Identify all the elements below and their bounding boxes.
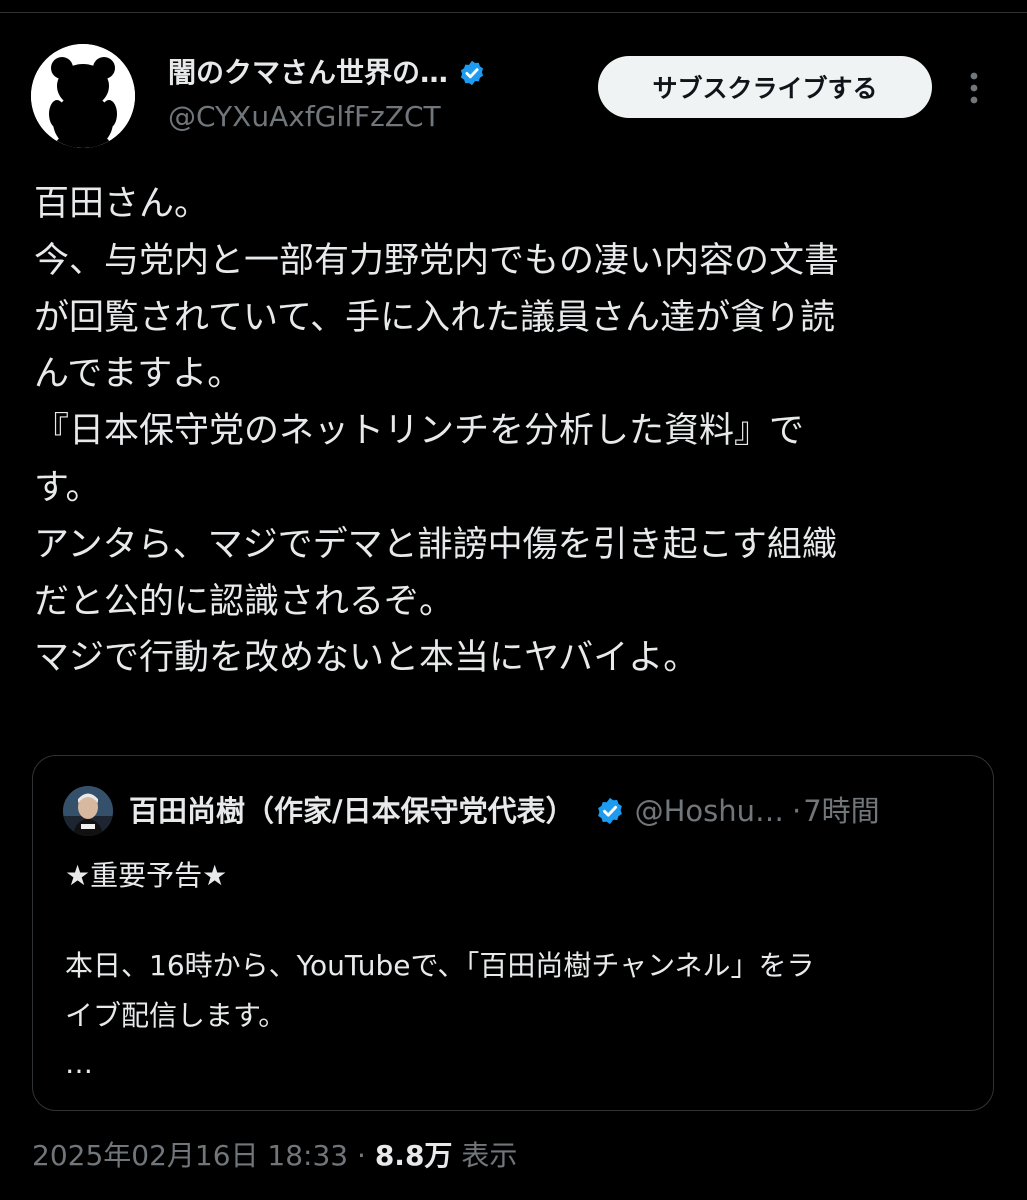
bear-silhouette-icon — [31, 44, 135, 148]
views-label: 表示 — [461, 1139, 518, 1172]
tweet-line: 『日本保守党のネットリンチを分析した資料』で — [34, 411, 805, 452]
header-separator: · — [792, 794, 802, 828]
author-handle[interactable]: @CYXuAxfGlfFzZCT — [168, 98, 441, 136]
top-divider — [0, 12, 1027, 13]
tweet-body: 百田さん。 今、与党内と一部有力野党内でもの凄い内容の文書 が回覧されていて、手… — [34, 176, 994, 687]
quoted-post-header: 百田尚樹（作家/日本保守党代表） @Hoshu… · 7時間 — [129, 790, 880, 832]
show-more-ellipsis: … — [65, 1047, 93, 1080]
quoted-post-line: 本日、16時から、YouTubeで、「百田尚樹チャンネル」をラ — [65, 949, 815, 982]
quoted-post-card[interactable]: 百田尚樹（作家/日本保守党代表） @Hoshu… · 7時間 ★重要予告★ 本日… — [32, 755, 994, 1111]
tweet-line: が回覧されていて、手に入れた議員さん達が貪り読 — [34, 297, 836, 338]
post-meta: 2025年02月16日 18:33 · 8.8万 表示 — [32, 1136, 517, 1176]
more-options-icon[interactable] — [962, 68, 986, 108]
tweet-line: マジで行動を改めないと本当にヤバイよ。 — [34, 638, 699, 679]
subscribe-button[interactable]: サブスクライブする — [598, 56, 932, 118]
quoted-author-name[interactable]: 百田尚樹（作家/日本保守党代表） — [129, 790, 575, 832]
post-timestamp[interactable]: 2025年02月16日 18:33 — [32, 1139, 348, 1172]
quoted-author-handle[interactable]: @Hoshu… — [635, 790, 784, 832]
verified-badge-icon — [597, 797, 622, 825]
quoted-post-time[interactable]: 7時間 — [803, 790, 879, 832]
quoted-post-line: イブ配信します。 — [65, 999, 287, 1032]
verified-badge-icon — [460, 60, 484, 86]
quoted-author-avatar[interactable] — [63, 786, 113, 836]
tweet-line: だと公的に認識されるぞ。 — [34, 581, 455, 622]
author-avatar[interactable] — [31, 44, 135, 148]
tweet-line: 百田さん。 — [34, 184, 210, 224]
meta-separator: · — [357, 1139, 366, 1172]
author-name-row[interactable]: 闇のクマさん世界の… — [168, 54, 486, 92]
author-display-name[interactable]: 闇のクマさん世界の… — [168, 54, 448, 92]
person-photo-icon — [63, 786, 113, 836]
tweet-line: 今、与党内と一部有力野党内でもの凄い内容の文書 — [34, 240, 840, 281]
tweet-line: アンタら、マジでデマと誹謗中傷を引き起こす組織 — [34, 524, 837, 565]
views-count: 8.8万 — [374, 1139, 453, 1172]
quoted-post-line: ★重要予告★ — [65, 859, 228, 892]
tweet-line: んでますよ。 — [34, 354, 243, 395]
tweet-line: す。 — [34, 467, 101, 508]
